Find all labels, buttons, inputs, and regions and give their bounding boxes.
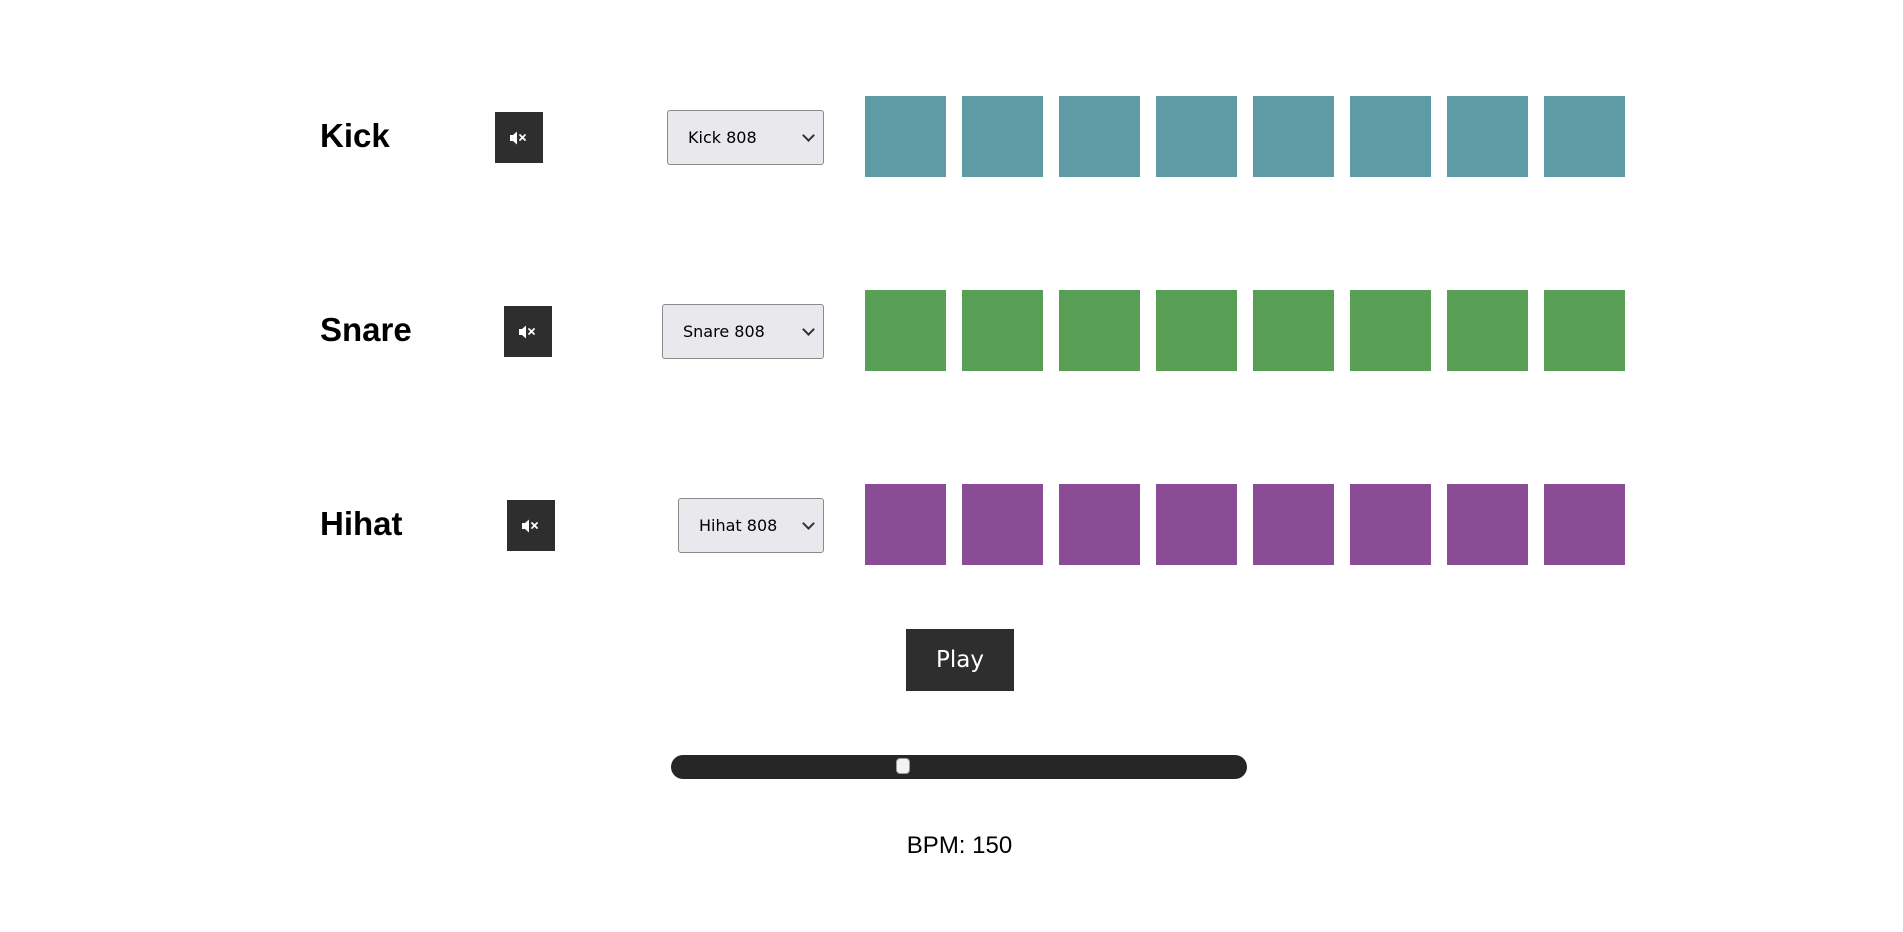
step-pad[interactable] — [1447, 290, 1528, 371]
track-name-hihat: Hihat — [320, 505, 403, 542]
mute-button-kick[interactable] — [495, 112, 543, 163]
step-pad[interactable] — [1350, 484, 1431, 565]
speaker-mute-icon — [522, 519, 538, 532]
drum-sequencer: Kick Kick 808 Snare Snare 808 Hihat Hiha… — [0, 0, 1903, 932]
step-pad[interactable] — [1253, 484, 1334, 565]
track-name-kick: Kick — [320, 117, 390, 154]
step-pad[interactable] — [1350, 290, 1431, 371]
play-button[interactable]: Play — [906, 629, 1014, 691]
sound-select-hihat[interactable]: Hihat 808 — [678, 498, 824, 553]
sound-select-kick[interactable]: Kick 808 — [667, 110, 824, 165]
step-pad[interactable] — [1447, 96, 1528, 177]
step-pad[interactable] — [1544, 96, 1625, 177]
step-pad[interactable] — [865, 290, 946, 371]
step-pad[interactable] — [1059, 484, 1140, 565]
step-pad[interactable] — [1059, 96, 1140, 177]
sound-select-snare[interactable]: Snare 808 — [662, 304, 824, 359]
bpm-slider-thumb[interactable] — [896, 758, 910, 774]
step-pad[interactable] — [1156, 290, 1237, 371]
step-pad[interactable] — [962, 96, 1043, 177]
sound-select-value: Kick 808 — [688, 128, 757, 147]
step-row-snare — [865, 290, 1625, 371]
step-pad[interactable] — [1253, 96, 1334, 177]
sound-select-value: Snare 808 — [683, 322, 765, 341]
step-pad[interactable] — [1350, 96, 1431, 177]
step-pad[interactable] — [1253, 290, 1334, 371]
step-pad[interactable] — [1544, 290, 1625, 371]
track-name-snare: Snare — [320, 311, 412, 348]
sound-select-value: Hihat 808 — [699, 516, 778, 535]
step-pad[interactable] — [962, 484, 1043, 565]
track-snare: Snare Snare 808 — [0, 290, 1903, 371]
step-row-kick — [865, 96, 1625, 177]
step-pad[interactable] — [865, 484, 946, 565]
step-pad[interactable] — [865, 96, 946, 177]
chevron-down-icon — [802, 322, 815, 336]
mute-button-snare[interactable] — [504, 306, 552, 357]
step-pad[interactable] — [1059, 290, 1140, 371]
chevron-down-icon — [802, 516, 815, 530]
mute-button-hihat[interactable] — [507, 500, 555, 551]
bpm-label-prefix: BPM: — [906, 832, 966, 859]
track-hihat: Hihat Hihat 808 — [0, 484, 1903, 565]
speaker-mute-icon — [519, 325, 535, 338]
step-pad[interactable] — [1447, 484, 1528, 565]
track-kick: Kick Kick 808 — [0, 96, 1903, 177]
bpm-readout: BPM: 150 — [0, 832, 1903, 860]
step-row-hihat — [865, 484, 1625, 565]
bpm-value: 150 — [972, 832, 1013, 859]
chevron-down-icon — [802, 128, 815, 142]
step-pad[interactable] — [962, 290, 1043, 371]
step-pad[interactable] — [1156, 96, 1237, 177]
step-pad[interactable] — [1156, 484, 1237, 565]
step-pad[interactable] — [1544, 484, 1625, 565]
speaker-mute-icon — [510, 131, 526, 144]
bpm-slider[interactable] — [671, 755, 1247, 779]
